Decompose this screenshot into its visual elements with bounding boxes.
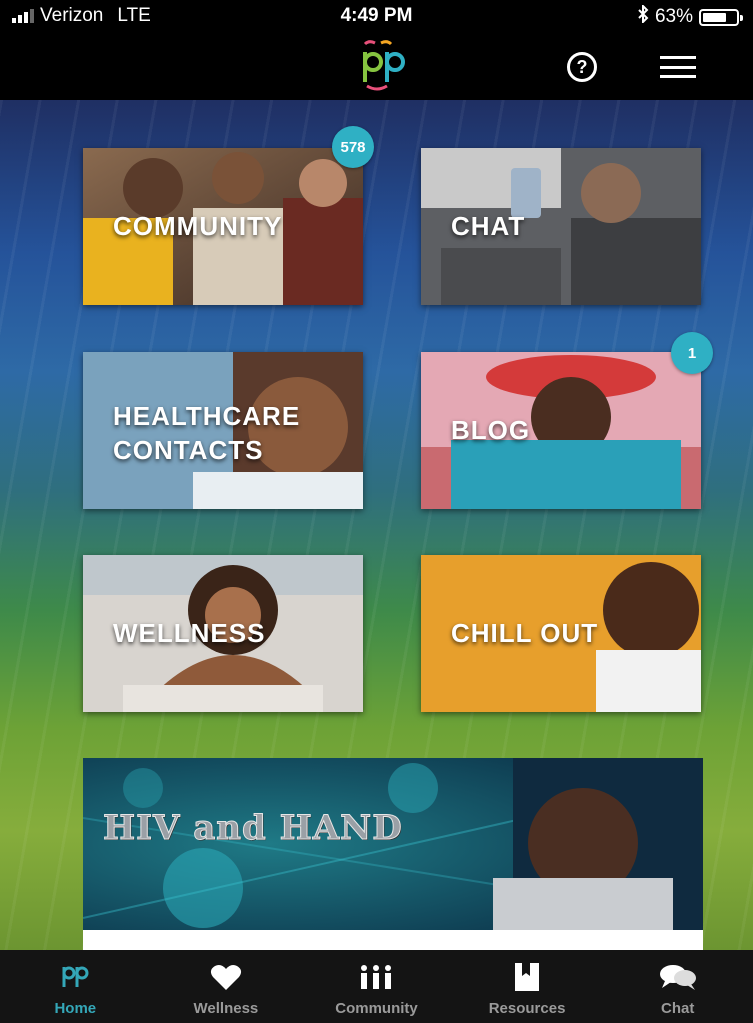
help-button[interactable]: ? [567, 52, 597, 82]
community-tile[interactable]: COMMUNITY [83, 148, 363, 305]
tab-chat[interactable]: Chat [613, 950, 743, 1023]
tab-wellness-label: Wellness [193, 1000, 259, 1017]
blog-tile[interactable]: BLOG [421, 352, 701, 509]
hiv-hand-banner[interactable]: HIV and HAND [83, 758, 703, 930]
healthcare-label-line2: CONTACTS [113, 435, 264, 465]
community-badge: 578 [332, 126, 374, 168]
menu-hamburger-icon[interactable] [660, 56, 696, 78]
tab-community-label: Community [335, 1000, 418, 1017]
blog-badge: 1 [671, 332, 713, 374]
tab-chat-label: Chat [661, 1000, 695, 1017]
chat-label: CHAT [451, 211, 526, 241]
healthcare-contacts-tile[interactable]: HEALTHCARE CONTACTS [83, 352, 363, 509]
banner-title: HIV and HAND [103, 808, 403, 849]
app-header: ? [0, 32, 753, 100]
chat-bubbles-icon [659, 962, 697, 992]
chill-out-tile[interactable]: CHILL OUT [421, 555, 701, 712]
community-label: COMMUNITY [113, 211, 283, 241]
home-grid: COMMUNITY CHAT HEALTHCARE CONTACTS BLOG … [0, 100, 753, 950]
people-icon [358, 962, 394, 992]
battery-percent: 63% [654, 6, 693, 27]
tab-home[interactable]: Home [10, 950, 140, 1023]
battery-icon [699, 8, 743, 26]
bottom-tab-bar: Home Wellness Community Resources Chat [0, 950, 753, 1023]
wellness-label: WELLNESS [113, 618, 266, 648]
status-right: 63% [637, 3, 743, 29]
tab-resources[interactable]: Resources [462, 950, 592, 1023]
tab-resources-label: Resources [488, 1000, 566, 1017]
blog-label: BLOG [451, 415, 531, 445]
tab-community[interactable]: Community [311, 950, 441, 1023]
chat-tile[interactable]: CHAT [421, 148, 701, 305]
pp-logo-icon[interactable] [355, 40, 415, 94]
chill-out-label: CHILL OUT [451, 618, 599, 648]
tab-home-label: Home [54, 1000, 97, 1017]
status-bar: Verizon LTE 4:49 PM 63% [0, 0, 753, 32]
healthcare-label-line1: HEALTHCARE [113, 401, 301, 431]
wellness-tile[interactable]: WELLNESS [83, 555, 363, 712]
banner-caption-strip [83, 930, 703, 950]
heart-icon [210, 962, 242, 992]
bluetooth-icon [637, 3, 649, 29]
pp-logo-icon [60, 962, 90, 992]
bookmark-icon [514, 962, 540, 992]
tab-wellness[interactable]: Wellness [161, 950, 291, 1023]
